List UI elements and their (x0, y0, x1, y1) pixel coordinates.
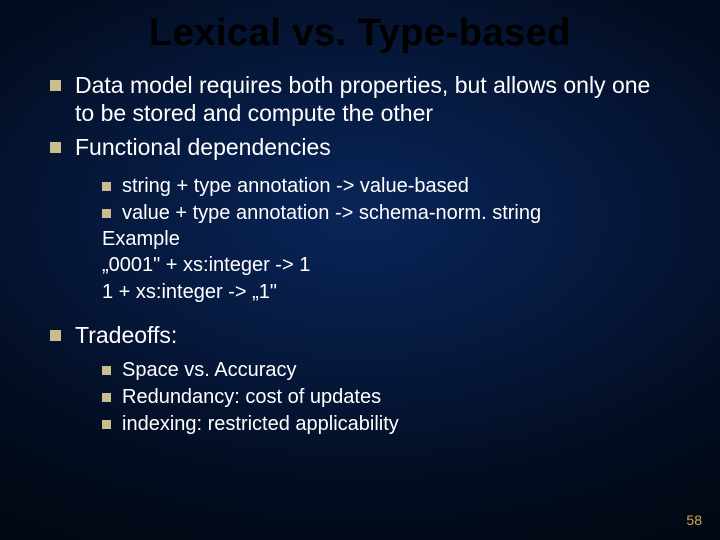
page-number: 58 (686, 512, 702, 528)
example-line: „0001" + xs:integer -> 1 (102, 252, 670, 278)
bullet-level2: indexing: restricted applicability (102, 411, 670, 438)
square-bullet-icon (102, 393, 111, 402)
bullet-text: Tradeoffs: (75, 321, 670, 349)
bullet-text: value + type annotation -> schema-norm. … (122, 200, 670, 226)
square-bullet-icon (50, 142, 61, 153)
square-bullet-icon (102, 209, 111, 218)
bullet-level2: Space vs. Accuracy (102, 357, 670, 384)
square-bullet-icon (50, 80, 61, 91)
bullet-level1: Functional dependencies (50, 133, 670, 161)
square-bullet-icon (102, 366, 111, 375)
bullet-level2: Redundancy: cost of updates (102, 384, 670, 411)
bullet-text: Space vs. Accuracy (122, 357, 670, 384)
bullet-text: Redundancy: cost of updates (122, 384, 670, 411)
example-line: 1 + xs:integer -> „1" (102, 279, 670, 305)
bullet-level2: string + type annotation -> value-based (102, 173, 670, 199)
square-bullet-icon (102, 420, 111, 429)
square-bullet-icon (50, 330, 61, 341)
sub-block: string + type annotation -> value-based … (102, 173, 670, 305)
sub-block: Space vs. Accuracy Redundancy: cost of u… (102, 357, 670, 438)
bullet-level1: Tradeoffs: (50, 321, 670, 349)
slide: Lexical vs. Type-based Data model requir… (0, 0, 720, 540)
bullet-text: Data model requires both properties, but… (75, 71, 670, 127)
bullet-text: string + type annotation -> value-based (122, 173, 670, 199)
example-heading: Example (102, 226, 670, 252)
bullet-text: indexing: restricted applicability (122, 411, 670, 438)
bullet-text: Functional dependencies (75, 133, 670, 161)
bullet-level1: Data model requires both properties, but… (50, 71, 670, 127)
slide-title: Lexical vs. Type-based (50, 12, 670, 55)
square-bullet-icon (102, 182, 111, 191)
bullet-level2: value + type annotation -> schema-norm. … (102, 200, 670, 226)
